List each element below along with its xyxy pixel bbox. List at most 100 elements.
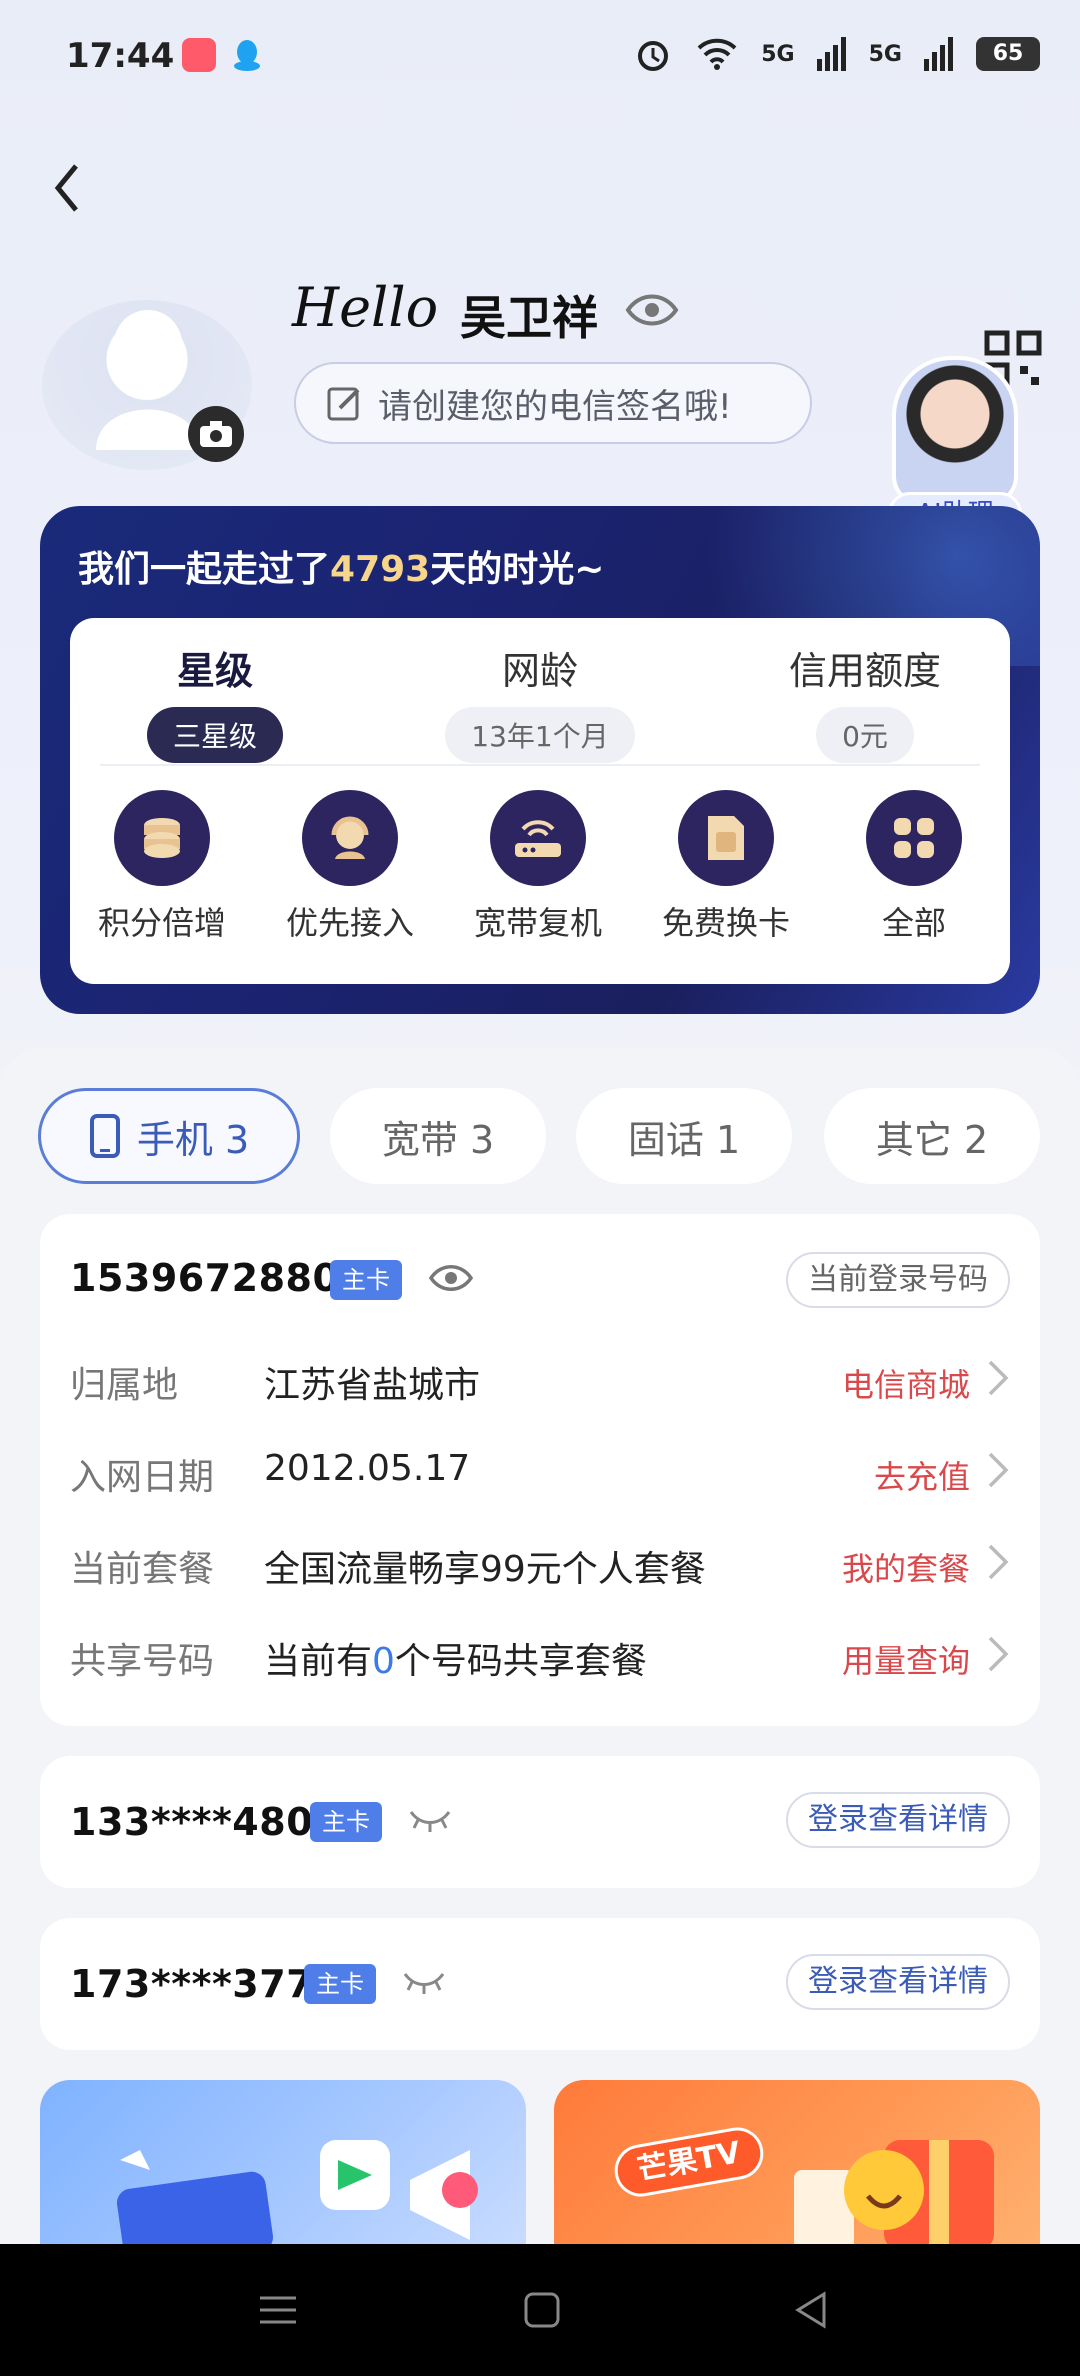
mango-tv-logo: 芒果TV bbox=[610, 2123, 768, 2201]
qq-icon bbox=[234, 40, 260, 71]
app-notification-icon bbox=[182, 38, 216, 72]
tab-landline[interactable]: 固话 1 bbox=[576, 1088, 792, 1184]
signature-input[interactable]: 请创建您的电信签名哦! bbox=[294, 362, 812, 444]
promo-banner-video[interactable] bbox=[40, 2080, 526, 2250]
shared-prefix: 当前有 bbox=[264, 1641, 373, 1682]
main-line-card: 15396728805 主卡 当前登录号码 归属地 江苏省盐城市 电信商城 入网… bbox=[40, 1214, 1040, 1726]
quick-action-free-card-swap[interactable]: 免费换卡 bbox=[636, 790, 816, 944]
stat-label: 网龄 bbox=[501, 649, 578, 693]
stat-network-age[interactable]: 网龄 13年1个月 bbox=[425, 640, 655, 763]
sim-card-icon bbox=[678, 790, 774, 886]
chevron-right-icon bbox=[988, 1636, 1009, 1672]
signal-icon bbox=[816, 37, 846, 71]
row-label-plan: 当前套餐 bbox=[70, 1549, 215, 1590]
tab-broadband[interactable]: 宽带 3 bbox=[330, 1088, 546, 1184]
line-card[interactable]: 173****3779 主卡 登录查看详情 bbox=[40, 1918, 1040, 2050]
quick-action-all[interactable]: 全部 bbox=[824, 790, 1004, 944]
tab-label: 宽带 3 bbox=[381, 1117, 495, 1162]
grid-icon bbox=[866, 790, 962, 886]
member-days-title: 我们一起走过了4793天的时光~ bbox=[78, 540, 604, 592]
link-my-plan[interactable]: 我的套餐 bbox=[842, 1544, 970, 1590]
ai-assistant-avatar bbox=[892, 356, 1018, 506]
quick-action-priority-access[interactable]: 优先接入 bbox=[260, 790, 440, 944]
member-title-prefix: 我们一起走过了 bbox=[78, 549, 331, 590]
main-card-badge: 主卡 bbox=[330, 1260, 402, 1300]
quick-action-broadband-restore[interactable]: 宽带复机 bbox=[448, 790, 628, 944]
promo-illustration bbox=[116, 2140, 478, 2250]
link-telecom-mall[interactable]: 电信商城 bbox=[842, 1360, 970, 1406]
back-triangle-icon[interactable] bbox=[790, 2288, 834, 2332]
home-icon[interactable] bbox=[520, 2288, 564, 2332]
status-time: 17:44 bbox=[66, 36, 175, 76]
stat-label: 星级 bbox=[176, 649, 253, 693]
signature-placeholder: 请创建您的电信签名哦! bbox=[378, 386, 732, 427]
camera-button[interactable] bbox=[188, 406, 244, 462]
phone-icon bbox=[89, 1114, 120, 1158]
router-icon bbox=[490, 790, 586, 886]
network-label-2: 5G bbox=[868, 41, 902, 67]
login-view-details-button[interactable]: 登录查看详情 bbox=[786, 1954, 1010, 2010]
shared-suffix: 个号码共享套餐 bbox=[394, 1641, 647, 1682]
member-title-suffix: 天的时光~ bbox=[430, 549, 605, 590]
stat-credit-limit[interactable]: 信用额度 0元 bbox=[750, 640, 980, 763]
row-value-region: 江苏省盐城市 bbox=[264, 1365, 481, 1406]
menu-icon[interactable] bbox=[256, 2288, 300, 2332]
eye-icon[interactable] bbox=[624, 288, 680, 332]
member-days-count: 4793 bbox=[330, 549, 431, 590]
line-card[interactable]: 133****4805 主卡 登录查看详情 bbox=[40, 1756, 1040, 1888]
status-bar: 17:44 5G 5G 65 bbox=[0, 0, 1080, 110]
panel-divider bbox=[100, 764, 980, 766]
hello-greeting: Hello bbox=[292, 276, 439, 339]
row-label-shared: 共享号码 bbox=[70, 1641, 215, 1682]
back-arrow-icon[interactable] bbox=[46, 160, 90, 216]
tab-mobile[interactable]: 手机 3 bbox=[38, 1088, 300, 1184]
login-view-details-button[interactable]: 登录查看详情 bbox=[786, 1792, 1010, 1848]
network-label-1: 5G bbox=[761, 41, 795, 67]
tab-label: 其它 2 bbox=[875, 1117, 989, 1162]
eye-closed-icon[interactable] bbox=[408, 1806, 452, 1834]
link-usage-query[interactable]: 用量查询 bbox=[842, 1636, 970, 1682]
stat-value: 三星级 bbox=[146, 707, 283, 763]
eye-closed-icon[interactable] bbox=[402, 1968, 446, 1996]
phone-number: 15396728805 bbox=[70, 1256, 367, 1300]
chevron-right-icon bbox=[988, 1544, 1009, 1580]
user-name: 吴卫祥 bbox=[460, 291, 598, 345]
camera-icon bbox=[200, 421, 232, 447]
tab-label: 手机 3 bbox=[136, 1117, 250, 1162]
edit-icon bbox=[327, 387, 360, 421]
system-nav-bar bbox=[0, 2244, 1080, 2376]
chevron-right-icon bbox=[988, 1452, 1009, 1488]
phone-number: 133****4805 bbox=[70, 1800, 341, 1844]
signal-icon-2 bbox=[924, 37, 953, 71]
quick-action-label: 全部 bbox=[881, 904, 946, 942]
alarm-icon bbox=[638, 41, 669, 71]
quick-action-label: 优先接入 bbox=[285, 904, 414, 942]
row-label-join-date: 入网日期 bbox=[70, 1457, 215, 1498]
gift-box-illustration bbox=[794, 2140, 994, 2250]
status-icons: 5G 5G 65 bbox=[633, 34, 1040, 74]
shared-count: 0 bbox=[372, 1641, 395, 1682]
headset-agent-icon bbox=[302, 790, 398, 886]
tab-label: 固话 1 bbox=[627, 1117, 741, 1162]
row-label-region: 归属地 bbox=[70, 1365, 179, 1406]
stat-star-level[interactable]: 星级 三星级 bbox=[100, 640, 330, 763]
row-value-shared: 当前有0个号码共享套餐 bbox=[264, 1632, 647, 1684]
promo-banner-mango[interactable]: 芒果TV bbox=[554, 2080, 1040, 2250]
row-value-plan: 全国流量畅享99元个人套餐 bbox=[264, 1549, 706, 1590]
quick-action-label: 宽带复机 bbox=[473, 904, 602, 942]
stat-value: 0元 bbox=[816, 707, 914, 763]
quick-action-label: 积分倍增 bbox=[97, 904, 226, 942]
battery-indicator: 65 bbox=[976, 37, 1040, 71]
quick-action-points-boost[interactable]: 积分倍增 bbox=[72, 790, 252, 944]
stat-label: 信用额度 bbox=[788, 649, 941, 693]
stat-value: 13年1个月 bbox=[445, 707, 635, 763]
link-recharge[interactable]: 去充值 bbox=[874, 1452, 970, 1498]
current-login-badge: 当前登录号码 bbox=[786, 1252, 1010, 1308]
tab-other[interactable]: 其它 2 bbox=[824, 1088, 1040, 1184]
row-value-join-date: 2012.05.17 bbox=[264, 1448, 471, 1489]
phone-number: 173****3779 bbox=[70, 1962, 341, 2006]
wifi-icon bbox=[697, 38, 737, 70]
chevron-right-icon bbox=[988, 1360, 1009, 1396]
eye-icon[interactable] bbox=[428, 1260, 474, 1296]
quick-action-label: 免费换卡 bbox=[661, 904, 790, 942]
